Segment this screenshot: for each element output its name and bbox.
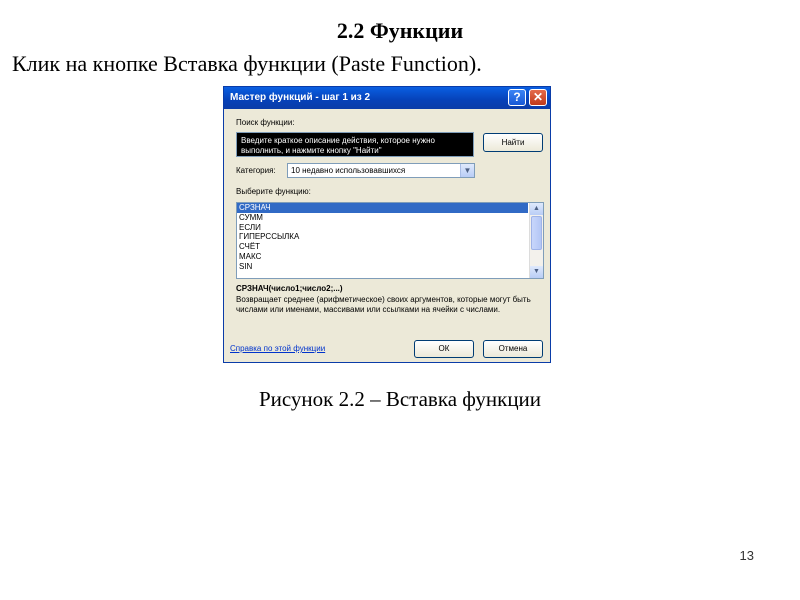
slide-subtitle: Клик на кнопке Вставка функции (Paste Fu… [12, 51, 482, 76]
close-icon[interactable]: ✕ [529, 89, 547, 106]
function-list-item[interactable]: МАКС [237, 252, 528, 262]
arrow-down-icon[interactable]: ▼ [530, 266, 543, 278]
function-wizard-dialog: Мастер функций - шаг 1 из 2 ? ✕ Поиск фу… [223, 86, 551, 363]
function-list-item[interactable]: СРЗНАЧ [237, 203, 528, 213]
find-button[interactable]: Найти [483, 133, 543, 152]
chevron-down-icon[interactable]: ▼ [460, 164, 474, 177]
help-link[interactable]: Справка по этой функции [230, 344, 325, 353]
ok-button[interactable]: ОК [414, 340, 474, 358]
figure-caption: Рисунок 2.2 – Вставка функции [258, 387, 542, 411]
slide-title: 2.2 Функции [336, 18, 464, 43]
cancel-button[interactable]: Отмена [483, 340, 543, 358]
function-list-item[interactable]: СУММ [237, 213, 528, 223]
arrow-up-icon[interactable]: ▲ [530, 203, 543, 215]
category-value: 10 недавно использовавшихся [291, 166, 406, 175]
search-label: Поиск функции: [236, 118, 295, 127]
function-list-item[interactable]: СЧЁТ [237, 242, 528, 252]
function-list-item[interactable]: SIN [237, 262, 528, 272]
function-list-item[interactable]: ГИПЕРССЫЛКА [237, 232, 528, 242]
function-list-item[interactable]: ЕСЛИ [237, 223, 528, 233]
help-icon[interactable]: ? [508, 89, 526, 106]
select-function-label: Выберите функцию: [236, 187, 311, 196]
search-input[interactable]: Введите краткое описание действия, котор… [236, 132, 474, 157]
dialog-title: Мастер функций - шаг 1 из 2 [230, 92, 371, 103]
dialog-titlebar[interactable]: Мастер функций - шаг 1 из 2 ? ✕ [224, 87, 550, 109]
page-number: 13 [739, 548, 754, 563]
function-description: Возвращает среднее (арифметическое) свои… [236, 295, 531, 314]
function-signature: СРЗНАЧ(число1;число2;...) [236, 284, 343, 293]
function-list-scrollbar[interactable]: ▲ ▼ [529, 203, 543, 278]
function-list[interactable]: СРЗНАЧ СУММ ЕСЛИ ГИПЕРССЫЛКА СЧЁТ МАКС SIN ▲ ▼ [236, 202, 544, 279]
scrollbar-thumb[interactable] [531, 216, 542, 250]
category-select[interactable]: 10 недавно использовавшихся ▼ [287, 163, 475, 178]
category-label: Категория: [236, 166, 276, 175]
